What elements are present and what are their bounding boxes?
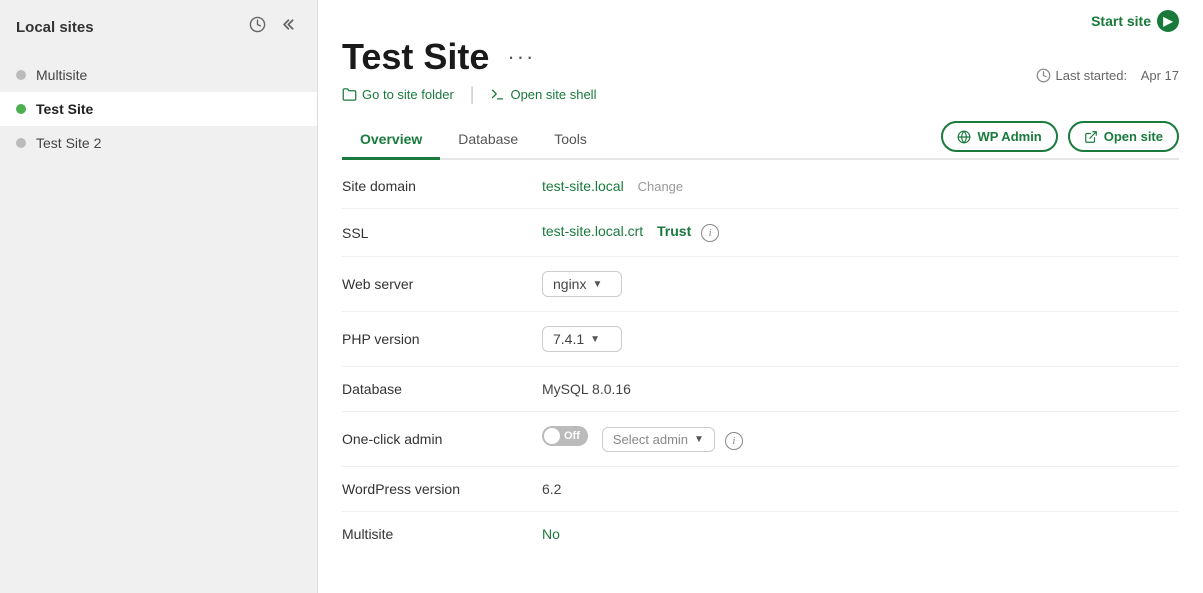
go-to-site-folder-button[interactable]: Go to site folder [342,87,454,102]
value-site-domain: test-site.local Change [542,164,1179,209]
tab-database[interactable]: Database [440,121,536,160]
main-panel: Start site ▶ Test Site ··· Last started:… [318,0,1203,593]
more-options-button[interactable]: ··· [501,42,541,72]
one-click-admin-toggle[interactable]: Off [542,426,588,446]
sidebar-header: Local sites [0,0,317,54]
go-to-folder-label: Go to site folder [362,87,454,102]
sidebar-title: Local sites [16,19,94,36]
table-row: WordPress version 6.2 [342,467,1179,512]
status-dot-test-site-2 [16,138,26,148]
table-row: PHP version 7.4.1 ▼ [342,312,1179,367]
ssl-cert-value: test-site.local.crt [542,223,643,239]
chevron-down-icon: ▼ [592,279,602,290]
one-click-admin-info-icon[interactable]: i [725,432,743,450]
value-php-version: 7.4.1 ▼ [542,312,1179,367]
database-value: MySQL 8.0.16 [542,381,631,397]
label-database: Database [342,367,542,412]
label-ssl: SSL [342,209,542,257]
table-row: Site domain test-site.local Change [342,164,1179,209]
site-title-row: Test Site ··· Last started: Apr 17 [342,36,1179,78]
value-web-server: nginx ▼ [542,257,1179,312]
sidebar-item-label-multisite: Multisite [36,67,87,83]
start-site-arrow-icon: ▶ [1157,10,1179,32]
wp-admin-button[interactable]: WP Admin [941,121,1057,152]
wp-admin-label: WP Admin [977,129,1041,144]
ssl-info-icon[interactable]: i [701,224,719,242]
tab-action-buttons: WP Admin Open site [941,121,1179,158]
open-shell-label: Open site shell [510,87,596,102]
history-icon[interactable] [247,14,268,40]
table-row: Database MySQL 8.0.16 [342,367,1179,412]
value-one-click-admin: Off Select admin ▼ i [542,412,1179,467]
wp-icon [957,130,971,144]
label-site-domain: Site domain [342,164,542,209]
tab-tools[interactable]: Tools [536,121,605,160]
chevron-down-icon: ▼ [590,334,600,345]
last-started-label: Last started: [1056,68,1128,83]
site-title: Test Site [342,36,489,78]
top-bar: Start site ▶ [318,0,1203,36]
open-site-label: Open site [1104,129,1163,144]
overview-table: Site domain test-site.local Change SSL t… [342,164,1179,556]
select-admin-dropdown[interactable]: Select admin ▼ [602,427,715,452]
label-wp-version: WordPress version [342,467,542,512]
trust-button[interactable]: Trust [657,223,691,239]
action-separator: | [470,84,475,105]
select-admin-label: Select admin [613,432,688,447]
open-site-button[interactable]: Open site [1068,121,1179,152]
status-dot-test-site [16,104,26,114]
chevron-down-icon: ▼ [694,434,704,445]
change-domain-link[interactable]: Change [638,179,684,194]
label-web-server: Web server [342,257,542,312]
start-site-button[interactable]: Start site ▶ [1091,10,1179,32]
value-wp-version: 6.2 [542,467,1179,512]
sidebar-item-multisite[interactable]: Multisite [0,58,317,92]
sidebar-item-test-site-2[interactable]: Test Site 2 [0,126,317,160]
sidebar: Local sites Multisite Test Site Test Sit… [0,0,318,593]
toggle-circle [544,428,560,444]
sites-list: Multisite Test Site Test Site 2 [0,54,317,164]
table-row: One-click admin Off Select admin ▼ i [342,412,1179,467]
clock-icon [1036,68,1051,83]
domain-value: test-site.local [542,178,624,194]
value-multisite: No [542,512,1179,557]
label-php-version: PHP version [342,312,542,367]
folder-icon [342,87,357,102]
sidebar-item-label-test-site: Test Site [36,101,93,117]
table-row: SSL test-site.local.crt Trust i [342,209,1179,257]
label-one-click-admin: One-click admin [342,412,542,467]
value-ssl: test-site.local.crt Trust i [542,209,1179,257]
label-multisite: Multisite [342,512,542,557]
web-server-value: nginx [553,276,586,292]
site-actions-bar: Go to site folder | Open site shell [342,84,1179,105]
tabs-row: Overview Database Tools WP Admin Open si… [342,121,1179,160]
status-dot-multisite [16,70,26,80]
multisite-value: No [542,526,560,542]
table-row: Multisite No [342,512,1179,557]
collapse-icon[interactable] [280,14,301,40]
start-site-label: Start site [1091,13,1151,29]
sidebar-header-icons [247,14,301,40]
tabs: Overview Database Tools [342,121,605,158]
sidebar-item-test-site[interactable]: Test Site [0,92,317,126]
table-row: Web server nginx ▼ [342,257,1179,312]
php-version-value: 7.4.1 [553,331,584,347]
external-link-icon [1084,130,1098,144]
last-started-date: Apr 17 [1141,68,1179,83]
sidebar-item-label-test-site-2: Test Site 2 [36,135,101,151]
last-started: Last started: Apr 17 [1036,68,1179,83]
open-site-shell-button[interactable]: Open site shell [490,87,596,102]
web-server-dropdown[interactable]: nginx ▼ [542,271,622,297]
terminal-icon [490,87,505,102]
toggle-off-label: Off [564,430,580,442]
wp-version-value: 6.2 [542,481,561,497]
value-database: MySQL 8.0.16 [542,367,1179,412]
tab-overview[interactable]: Overview [342,121,440,160]
php-version-dropdown[interactable]: 7.4.1 ▼ [542,326,622,352]
main-content: Test Site ··· Last started: Apr 17 Go to… [318,36,1203,593]
